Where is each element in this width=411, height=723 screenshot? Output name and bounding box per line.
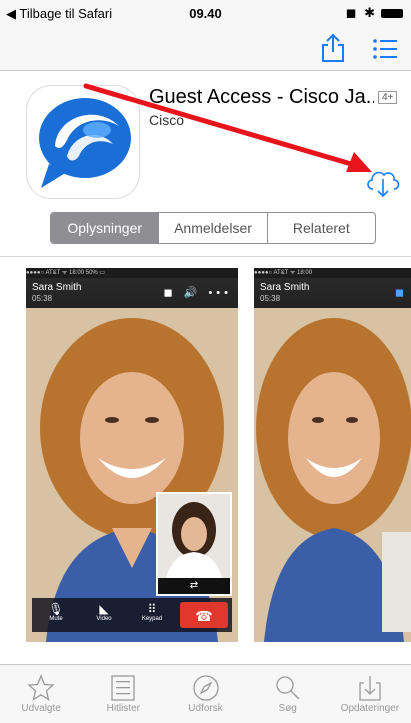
app-screenshot[interactable]: ●●●●○ AT&T ᯤ 18:00 50% ▭ Sara Smith 05:3… [26, 268, 238, 642]
call-header: Sara Smith 05:38 ◼ 🔊 ••• [26, 278, 238, 308]
screenshot-status-bar: ●●●●○ AT&T ᯤ 18:00 50% ▭ [26, 268, 238, 278]
alarm-bluetooth-icons: ◼ ✱ [345, 5, 377, 20]
tab-opdateringer[interactable]: Opdateringer [329, 665, 411, 723]
microphone-icon: 🎙 [48, 602, 64, 616]
tab-label: Udforsk [188, 703, 223, 714]
tab-relateret[interactable]: Relateret [266, 213, 375, 243]
status-bar: ◀ Tilbage til Safari 09.40 ◼ ✱ [0, 0, 411, 26]
tab-label: Udvalgte [21, 703, 61, 714]
search-icon [276, 676, 300, 700]
download-tray-icon [359, 676, 381, 701]
list-menu-icon[interactable] [372, 38, 398, 60]
compass-icon [192, 675, 219, 701]
detail-segmented-control: Oplysninger Anmeldelser Relateret [50, 212, 376, 244]
self-view-pip: ⇄ [156, 492, 232, 596]
app-title: Guest Access - Cisco Ja... [149, 86, 374, 108]
tab-udvalgte[interactable]: Udvalgte [0, 665, 82, 723]
caller-name: Sara Smith [260, 282, 310, 293]
call-header: Sara Smith 05:38 ◼ [254, 278, 411, 308]
app-developer[interactable]: Cisco [149, 112, 184, 128]
age-rating-badge: 4+ [378, 91, 398, 104]
tab-bar: Udvalgte Hitlister Udforsk Søg Opdaterin… [0, 664, 411, 723]
divider [0, 256, 411, 257]
tab-label: Hitlister [106, 703, 140, 714]
tab-label: Opdateringer [340, 703, 400, 714]
self-view-photo [158, 494, 230, 578]
call-duration: 05:38 [260, 294, 281, 303]
keypad-control: ⠿ Keypad [128, 598, 176, 632]
cisco-jabber-logo-icon [39, 98, 131, 188]
tab-udforsk[interactable]: Udforsk [164, 665, 246, 723]
share-icon[interactable] [320, 33, 346, 63]
tab-label: Søg [278, 703, 297, 714]
mute-label: Mute [49, 616, 63, 622]
keypad-label: Keypad [141, 616, 163, 622]
battery-icon [381, 9, 403, 19]
video-camera-icon: ◼ [394, 287, 408, 299]
navigation-bar [0, 26, 411, 71]
video-off-icon: ◣ [99, 602, 109, 616]
tab-hitlister[interactable]: Hitlister [82, 665, 164, 723]
tab-soeg[interactable]: Søg [247, 665, 329, 723]
mute-control: 🎙 Mute [32, 598, 80, 632]
screenshot-status-bar: ●●●●○ AT&T ᯤ 18:00 [254, 268, 411, 278]
tab-oplysninger[interactable]: Oplysninger [51, 213, 159, 243]
video-control: ◣ Video [80, 598, 128, 632]
call-controls: 🎙 Mute ◣ Video ⠿ Keypad ☎ [32, 598, 232, 632]
status-icons: ◼ ✱ [346, 5, 403, 21]
video-label: Video [96, 616, 112, 622]
video-call-photo [254, 308, 411, 642]
star-icon [27, 674, 55, 701]
call-duration: 05:38 [32, 294, 53, 303]
keypad-icon: ⠿ [147, 602, 157, 616]
call-action-icons: ◼ 🔊 ••• [163, 287, 232, 299]
app-icon [27, 86, 139, 198]
cloud-download-icon[interactable] [364, 165, 402, 199]
tab-anmeldelser[interactable]: Anmeldelser [158, 213, 266, 243]
caller-name: Sara Smith [32, 282, 82, 293]
swap-camera-icon: ⇄ [158, 578, 230, 594]
end-call-icon: ☎ [180, 602, 228, 628]
app-screenshot[interactable]: ●●●●○ AT&T ᯤ 18:00 Sara Smith 05:38 ◼ [254, 268, 411, 642]
list-icon [111, 675, 135, 701]
